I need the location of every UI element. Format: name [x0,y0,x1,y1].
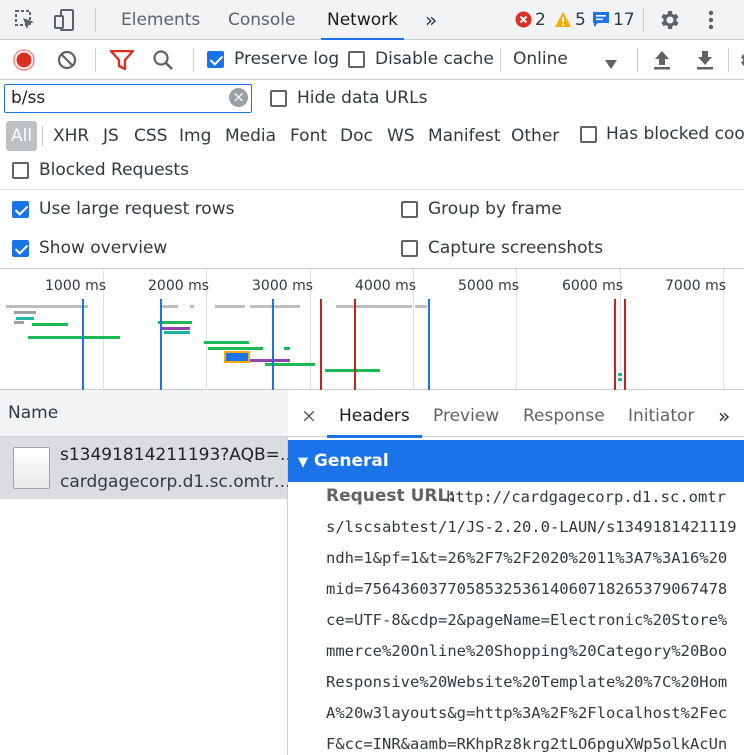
large-rows-label[interactable]: Use large request rows [39,199,234,219]
close-details-icon[interactable]: × [301,390,317,437]
clear-icon[interactable] [57,50,77,75]
expand-triangle-icon: ▼ [298,455,308,470]
tab-network[interactable]: Network [321,0,404,41]
type-filter-doc[interactable]: Doc [340,118,373,154]
type-filter-other[interactable]: Other [511,118,559,154]
general-section-title: General [313,451,389,471]
request-row[interactable]: s13491814211193?AQB=… cardgagecorp.d1.sc… [0,437,297,499]
request-url-value: http://cardgagecorp.d1.sc.omtr [446,488,726,506]
tab-elements[interactable]: Elements [121,0,200,40]
timeline-tick-label: 7000 ms [665,278,727,294]
settings-gear-icon[interactable] [657,8,681,37]
capture-screenshots-checkbox[interactable] [401,240,418,257]
devtools-tab-bar: Elements Console Network » 2 5 17 [0,0,744,41]
more-options-icon[interactable] [708,10,714,35]
tab-console[interactable]: Console [228,0,296,40]
filter-input[interactable]: b/ss [4,84,252,113]
timeline-tick-label: 4000 ms [355,278,417,294]
error-count[interactable]: 2 [535,10,546,30]
preserve-log-label[interactable]: Preserve log [234,49,339,69]
tab-headers[interactable]: Headers [327,390,422,438]
request-url-value: mmerce%20Online%20Shopping%20Category%20… [326,642,728,660]
message-icon[interactable] [592,11,610,33]
type-filter-ws[interactable]: WS [387,118,415,154]
show-overview-label[interactable]: Show overview [39,238,167,258]
hide-data-urls-checkbox[interactable] [270,90,287,107]
timeline-tick-label: 3000 ms [252,278,314,294]
timeline-tick-label: 2000 ms [148,278,210,294]
request-url-value: s/lscsabtest/1/JS-2.20.0-LAUN/s134918142… [326,518,737,536]
type-filter-xhr[interactable]: XHR [53,118,89,154]
large-rows-checkbox[interactable] [12,201,29,218]
request-list: Name s13491814211193?AQB=… cardgagecorp.… [0,390,297,755]
general-section-header[interactable]: ▼ General [288,440,744,482]
request-url-value: F&cc=INR&aamb=RKhpRz8krg2tLO6pguXWp5olkA… [326,735,728,753]
import-har-icon[interactable] [652,49,672,76]
search-icon[interactable] [152,49,174,76]
filter-icon[interactable] [109,49,135,75]
error-icon[interactable] [515,11,532,33]
timeline-tick-label: 6000 ms [562,278,624,294]
has-blocked-cookies-checkbox[interactable] [580,126,597,143]
more-details-tabs-button[interactable]: » [718,390,730,437]
group-by-frame-label[interactable]: Group by frame [428,199,562,219]
request-name[interactable]: s13491814211193?AQB=… [60,445,297,465]
type-filter-img[interactable]: Img [179,118,211,154]
message-count[interactable]: 17 [613,10,635,30]
more-tabs-button[interactable]: » [425,0,437,40]
request-details-pane: × Headers Preview Response Initiator » ▼… [288,390,744,755]
clear-filter-icon[interactable]: × [229,88,248,107]
export-har-icon[interactable] [695,49,715,76]
resource-type-filters: All XHR JS CSS Img Media Font Doc WS Man… [0,118,744,154]
group-by-frame-checkbox[interactable] [401,201,418,218]
record-button[interactable] [12,48,36,77]
request-url-value: ce=UTF-8&cdp=2&pageName=Electronic%20Sto… [326,611,728,629]
network-toolbar: Preserve log Disable cache Online [0,40,744,80]
chevron-down-icon[interactable] [605,55,617,75]
network-settings-gear-icon[interactable] [737,49,744,76]
details-tab-bar: × Headers Preview Response Initiator » [288,390,744,438]
type-filter-js[interactable]: JS [103,118,119,154]
device-toolbar-icon[interactable] [53,8,77,37]
tab-initiator[interactable]: Initiator [628,390,694,437]
tab-preview[interactable]: Preview [433,390,499,437]
type-filter-css[interactable]: CSS [134,118,167,154]
preserve-log-checkbox[interactable] [207,51,224,68]
show-overview-checkbox[interactable] [12,240,29,257]
name-column-header[interactable]: Name [0,390,288,437]
document-file-icon [13,447,50,489]
request-url-value: ndh=1&pf=1&t=26%2F7%2F2020%2011%3A7%3A16… [326,549,728,567]
network-overview-timeline[interactable]: 1000 ms 2000 ms 3000 ms 4000 ms 5000 ms … [0,268,744,391]
type-filter-media[interactable]: Media [225,118,276,154]
timeline-tick-label: 5000 ms [458,278,520,294]
capture-screenshots-label[interactable]: Capture screenshots [428,238,603,258]
throttling-select[interactable]: Online [513,49,568,69]
request-url-value: Responsive%20Website%20Template%20%7C%20… [326,673,728,691]
request-domain: cardgagecorp.d1.sc.omtr… [60,472,291,492]
type-filter-font[interactable]: Font [290,118,327,154]
request-url-value: A%20w3layouts&g=http%3A%2F%2Flocalhost%2… [326,704,728,722]
blocked-requests-row: Blocked Requests [0,154,744,188]
request-url-label: Request URL: [326,486,456,506]
disable-cache-checkbox[interactable] [348,51,365,68]
timeline-tick-label: 1000 ms [45,278,107,294]
has-blocked-cookies-label[interactable]: Has blocked cook [606,124,744,144]
disable-cache-label[interactable]: Disable cache [375,49,494,69]
type-filter-all[interactable]: All [6,121,38,151]
network-settings-pane: Use large request rows Group by frame Sh… [0,190,744,268]
blocked-requests-checkbox[interactable] [12,162,29,179]
inspect-element-icon[interactable] [14,9,36,36]
tab-response[interactable]: Response [523,390,605,437]
hide-data-urls-label[interactable]: Hide data URLs [297,88,427,108]
filter-bar: b/ss × Hide data URLs [0,80,744,118]
type-filter-manifest[interactable]: Manifest [428,118,501,154]
warning-count[interactable]: 5 [575,10,586,30]
blocked-requests-label[interactable]: Blocked Requests [39,160,189,180]
warning-icon[interactable] [554,11,572,33]
request-url-value: mid=756436037705853253614060718265379067… [326,580,728,598]
name-header-label: Name [8,403,59,423]
